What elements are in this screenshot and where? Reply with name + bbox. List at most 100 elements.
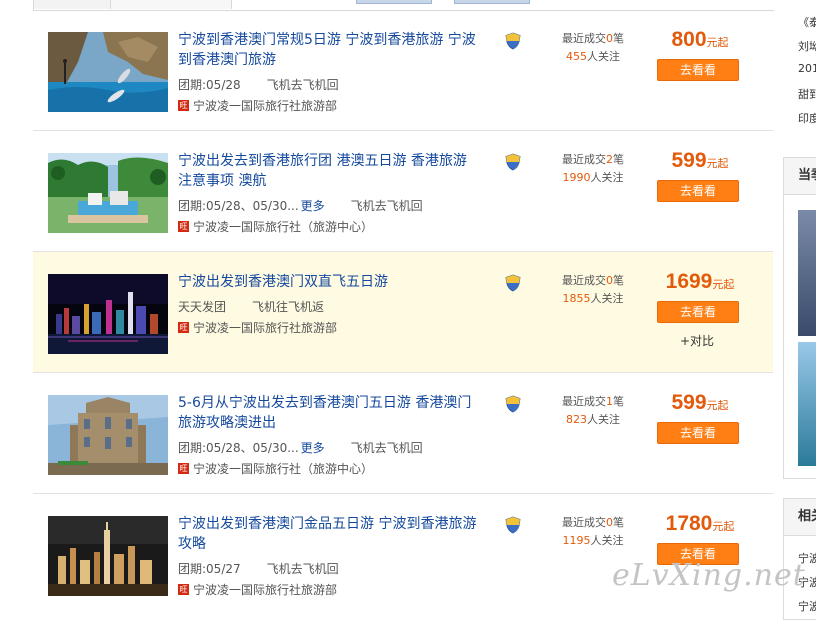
agency-name[interactable]: 宁波凌一国际旅行社（旅游中心） xyxy=(193,460,373,477)
product-thumbnail[interactable] xyxy=(48,516,168,596)
product-price: 800元起 xyxy=(655,28,745,52)
product-thumbnail[interactable] xyxy=(48,274,168,354)
agency-info: 旺宁波凌一国际旅行社（旅游中心） xyxy=(178,218,373,235)
product-row: 宁波出发去到香港旅行团 港澳五日游 香港旅游注意事项 澳航 团期:05/28、0… xyxy=(33,131,773,252)
list-tab[interactable] xyxy=(34,0,111,9)
agency-name[interactable]: 宁波凌一国际旅行社旅游部 xyxy=(193,97,337,114)
more-dates-link[interactable]: 更多 xyxy=(301,441,325,455)
transport-info: 飞机去飞机回 xyxy=(266,562,339,576)
price-unit: 元起 xyxy=(706,399,729,412)
site-watermark: eLvXing.net xyxy=(612,558,806,593)
deals-count: 0 xyxy=(606,32,613,45)
panel-title: 相关 xyxy=(784,499,816,536)
sidebar-link[interactable]: 印度 xyxy=(798,110,816,126)
product-meta: 天天发团 飞机往飞机返 xyxy=(178,298,324,315)
product-title-link[interactable]: 宁波出发去到香港旅行团 港澳五日游 香港旅游注意事项 澳航 xyxy=(178,151,478,191)
deals-count: 2 xyxy=(606,153,613,166)
destination-image[interactable] xyxy=(798,342,816,466)
price-value: 1699 xyxy=(665,270,713,293)
product-price: 599元起 xyxy=(655,149,745,173)
departure-dates: 团期:05/27 xyxy=(178,562,241,576)
view-details-button[interactable]: 去看看 xyxy=(657,180,739,202)
price-unit: 元起 xyxy=(706,36,729,49)
sidebar-link[interactable]: 201 xyxy=(798,62,816,75)
related-link[interactable]: 宁波 xyxy=(798,598,816,614)
deal-stats: 最近成交0笔 455人关注 xyxy=(562,32,624,63)
price-unit: 元起 xyxy=(706,157,729,170)
verified-shield-icon xyxy=(505,32,521,50)
verified-shield-icon xyxy=(505,153,521,171)
agency-badge-icon: 旺 xyxy=(178,322,189,333)
more-dates-link[interactable]: 更多 xyxy=(301,199,325,213)
product-thumbnail[interactable] xyxy=(48,153,168,233)
deals-count: 0 xyxy=(606,516,613,529)
agency-badge-icon: 旺 xyxy=(178,584,189,595)
watchers-count: 1195 xyxy=(562,534,591,547)
agency-badge-icon: 旺 xyxy=(178,463,189,474)
deals-count: 0 xyxy=(606,274,613,287)
product-price: 599元起 xyxy=(655,391,745,415)
product-meta: 团期:05/28 飞机去飞机回 xyxy=(178,76,339,93)
agency-info: 旺宁波凌一国际旅行社（旅游中心） xyxy=(178,460,373,477)
agency-name[interactable]: 宁波凌一国际旅行社旅游部 xyxy=(193,319,337,336)
product-price: 1780元起 xyxy=(655,512,745,536)
product-list: 宁波到香港澳门常规5日游 宁波到香港旅游 宁波到香港澳门旅游 团期:05/28 飞… xyxy=(33,10,773,614)
price-value: 1780 xyxy=(665,512,713,535)
verified-shield-icon xyxy=(505,274,521,292)
product-meta: 团期:05/27 飞机去飞机回 xyxy=(178,560,339,577)
price-unit: 元起 xyxy=(712,520,735,533)
agency-name[interactable]: 宁波凌一国际旅行社旅游部 xyxy=(193,581,337,598)
price-value: 800 xyxy=(671,28,707,51)
view-details-button[interactable]: 去看看 xyxy=(657,59,739,81)
product-meta: 团期:05/28、05/30... 更多 飞机去飞机回 xyxy=(178,439,423,456)
price-value: 599 xyxy=(671,149,707,172)
product-row: 宁波到香港澳门常规5日游 宁波到香港旅游 宁波到香港澳门旅游 团期:05/28 飞… xyxy=(33,10,773,131)
departure-dates: 团期:05/28、05/30... xyxy=(178,441,299,455)
agency-info: 旺宁波凌一国际旅行社旅游部 xyxy=(178,319,337,336)
transport-info: 飞机往飞机返 xyxy=(252,300,325,314)
product-row: 宁波出发到香港澳门双直飞五日游 天天发团 飞机往飞机返 旺宁波凌一国际旅行社旅游部… xyxy=(33,252,773,373)
verified-shield-icon xyxy=(505,516,521,534)
watchers-count: 823 xyxy=(566,413,587,426)
transport-info: 飞机去飞机回 xyxy=(350,199,423,213)
watchers-count: 1855 xyxy=(562,292,591,305)
product-title-link[interactable]: 宁波出发到香港澳门金品五日游 宁波到香港旅游攻略 xyxy=(178,514,478,554)
list-tab[interactable] xyxy=(111,0,232,9)
destination-image[interactable] xyxy=(798,210,816,336)
sidebar-link[interactable]: 刘坳 xyxy=(798,38,816,54)
panel-title: 当季 xyxy=(784,158,816,195)
agency-badge-icon: 旺 xyxy=(178,221,189,232)
sidebar-link[interactable]: 甜到 xyxy=(798,86,816,102)
product-title-link[interactable]: 5-6月从宁波出发去到香港澳门五日游 香港澳门旅游攻略澳进出 xyxy=(178,393,478,433)
compare-toggle[interactable]: +对比 xyxy=(657,332,737,349)
product-price: 1699元起 xyxy=(655,270,745,294)
deal-stats: 最近成交2笔 1990人关注 xyxy=(562,153,624,184)
product-thumbnail[interactable] xyxy=(48,32,168,112)
product-title-link[interactable]: 宁波到香港澳门常规5日游 宁波到香港旅游 宁波到香港澳门旅游 xyxy=(178,30,478,70)
departure-dates: 团期:05/28、05/30... xyxy=(178,199,299,213)
view-details-button[interactable]: 去看看 xyxy=(657,422,739,444)
view-details-button[interactable]: 去看看 xyxy=(657,301,739,323)
departure-dates: 团期:05/28 xyxy=(178,78,241,92)
agency-name[interactable]: 宁波凌一国际旅行社（旅游中心） xyxy=(193,218,373,235)
sort-button[interactable] xyxy=(454,0,530,4)
price-value: 599 xyxy=(671,391,707,414)
deal-stats: 最近成交0笔 1855人关注 xyxy=(562,274,624,305)
product-row: 宁波出发到香港澳门金品五日游 宁波到香港旅游攻略 团期:05/27 飞机去飞机回 … xyxy=(33,494,773,614)
watchers-count: 1990 xyxy=(562,171,591,184)
verified-shield-icon xyxy=(505,395,521,413)
watchers-count: 455 xyxy=(566,50,587,63)
transport-info: 飞机去飞机回 xyxy=(350,441,423,455)
product-row: 5-6月从宁波出发去到香港澳门五日游 香港澳门旅游攻略澳进出 团期:05/28、… xyxy=(33,373,773,494)
deal-stats: 最近成交0笔 1195人关注 xyxy=(562,516,624,547)
agency-info: 旺宁波凌一国际旅行社旅游部 xyxy=(178,581,337,598)
deals-count: 1 xyxy=(606,395,613,408)
departure-dates: 天天发团 xyxy=(178,300,227,314)
product-title-link[interactable]: 宁波出发到香港澳门双直飞五日游 xyxy=(178,272,478,292)
product-thumbnail[interactable] xyxy=(48,395,168,475)
transport-info: 飞机去飞机回 xyxy=(266,78,339,92)
sort-button[interactable] xyxy=(356,0,432,4)
price-unit: 元起 xyxy=(712,278,735,291)
sidebar-link[interactable]: 《泰 xyxy=(798,14,816,30)
seasonal-panel: 当季 xyxy=(783,157,816,479)
